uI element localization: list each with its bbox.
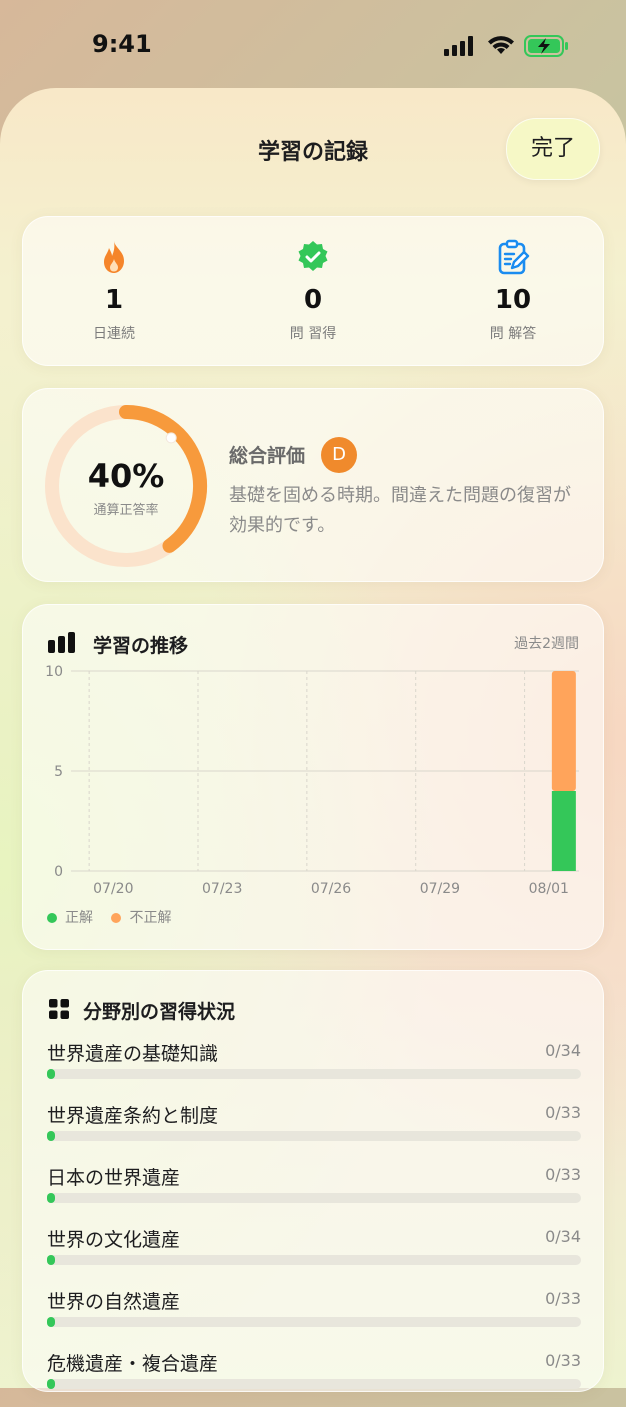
clipboard-edit-icon [498, 239, 530, 275]
y-tick-label: 5 [54, 764, 63, 780]
rating-title: 総合評価 [229, 445, 306, 467]
category-progress-fill [47, 1193, 55, 1203]
category-progress-track [47, 1255, 581, 1265]
accuracy-percent: 40% [87, 457, 165, 495]
mastered-label: 問 習得 [289, 326, 337, 342]
cellular-signal-icon [444, 36, 473, 56]
category-name: 日本の世界遺産 [47, 1167, 181, 1189]
category-name: 世界の自然遺産 [47, 1291, 181, 1313]
category-row[interactable]: 世界の自然遺産 0/33 [47, 1287, 581, 1345]
done-button[interactable]: 完了 [506, 118, 600, 180]
category-progress-track [47, 1379, 581, 1389]
category-count: 0/34 [545, 1227, 581, 1246]
category-count: 0/33 [545, 1289, 581, 1308]
category-row[interactable]: 世界遺産条約と制度 0/33 [47, 1101, 581, 1159]
grade-badge: D [321, 437, 357, 473]
category-count: 0/33 [545, 1103, 581, 1122]
category-name: 世界の文化遺産 [47, 1229, 181, 1251]
x-tick-label: 07/29 [420, 881, 460, 897]
bar-segment-incorrect [551, 671, 576, 791]
rating-description: 基礎を固める時期。間違えた問題の復習が効果的です。 [229, 485, 571, 536]
streak-label: 日連続 [93, 326, 135, 342]
x-tick-label: 07/26 [311, 881, 351, 897]
category-progress-fill [47, 1317, 55, 1327]
x-tick-label: 07/23 [202, 881, 242, 897]
y-tick-label: 10 [45, 664, 63, 680]
category-progress-track [47, 1069, 581, 1079]
category-progress-track [47, 1131, 581, 1141]
y-tick-label: 0 [54, 864, 63, 880]
legend-incorrect-dot [111, 913, 122, 923]
trend-chart: 0 5 10 07/20 07/23 07/26 07/29 08/01 [45, 664, 579, 897]
stat-streak: 1 日連続 [34, 239, 194, 343]
answered-label: 問 解答 [489, 326, 537, 342]
answered-value: 10 [494, 285, 532, 315]
accuracy-label: 通算正答率 [93, 503, 159, 518]
wifi-icon [488, 36, 514, 54]
category-progress-fill [47, 1379, 55, 1389]
streak-value: 1 [104, 285, 124, 315]
category-count: 0/33 [545, 1165, 581, 1184]
category-progress-fill [47, 1131, 55, 1141]
bar-segment-correct [551, 791, 576, 871]
category-name: 世界遺産条約と制度 [47, 1105, 219, 1127]
grid-icon [49, 999, 69, 1019]
flame-icon [104, 241, 124, 273]
stats-card: 1 日連続 0 問 習得 10 問 解答 [22, 216, 604, 366]
category-count: 0/33 [545, 1351, 581, 1370]
category-progress-fill [47, 1069, 55, 1079]
category-row[interactable]: 世界の文化遺産 0/34 [47, 1225, 581, 1283]
battery-charging-icon [524, 35, 568, 57]
category-row[interactable]: 危機遺産・複合遺産 0/33 [47, 1349, 581, 1407]
x-tick-label: 07/20 [93, 881, 133, 897]
status-time: 9:41 [92, 30, 152, 58]
rating-card: 40% 通算正答率 総合評価 D 基礎を固める時期。間違えた問題の復習が効果的で… [22, 388, 604, 582]
categories-title: 分野別の習得状況 [83, 1001, 236, 1023]
category-progress-track [47, 1193, 581, 1203]
legend-incorrect: 不正解 [111, 907, 171, 927]
stat-answered: 10 問 解答 [433, 239, 593, 343]
category-progress-track [47, 1317, 581, 1327]
legend-correct-dot [47, 913, 57, 923]
accuracy-ring-knob [165, 432, 177, 444]
stat-mastered: 0 問 習得 [233, 239, 393, 343]
category-name: 世界遺産の基礎知識 [47, 1043, 219, 1065]
category-count: 0/34 [545, 1041, 581, 1060]
status-bar: 9:41 [0, 0, 626, 92]
category-row[interactable]: 世界遺産の基礎知識 0/34 [47, 1039, 581, 1097]
legend-correct-label: 正解 [65, 910, 93, 926]
trend-card: 学習の推移 過去2週間 0 5 10 07/20 07/23 07/26 07/29 08/0… [22, 604, 604, 950]
verified-badge-icon [298, 241, 328, 271]
chart-legend: 正解 不正解 [47, 907, 185, 927]
category-row[interactable]: 日本の世界遺産 0/33 [47, 1163, 581, 1221]
legend-incorrect-label: 不正解 [129, 910, 172, 926]
categories-card: 分野別の習得状況 世界遺産の基礎知識 0/34 世界遺産条約と制度 0/33 日… [22, 970, 604, 1392]
x-tick-label: 08/01 [529, 881, 569, 897]
mastered-value: 0 [303, 285, 323, 315]
legend-correct: 正解 [47, 907, 93, 927]
category-name: 危機遺産・複合遺産 [47, 1353, 219, 1375]
category-progress-fill [47, 1255, 55, 1265]
